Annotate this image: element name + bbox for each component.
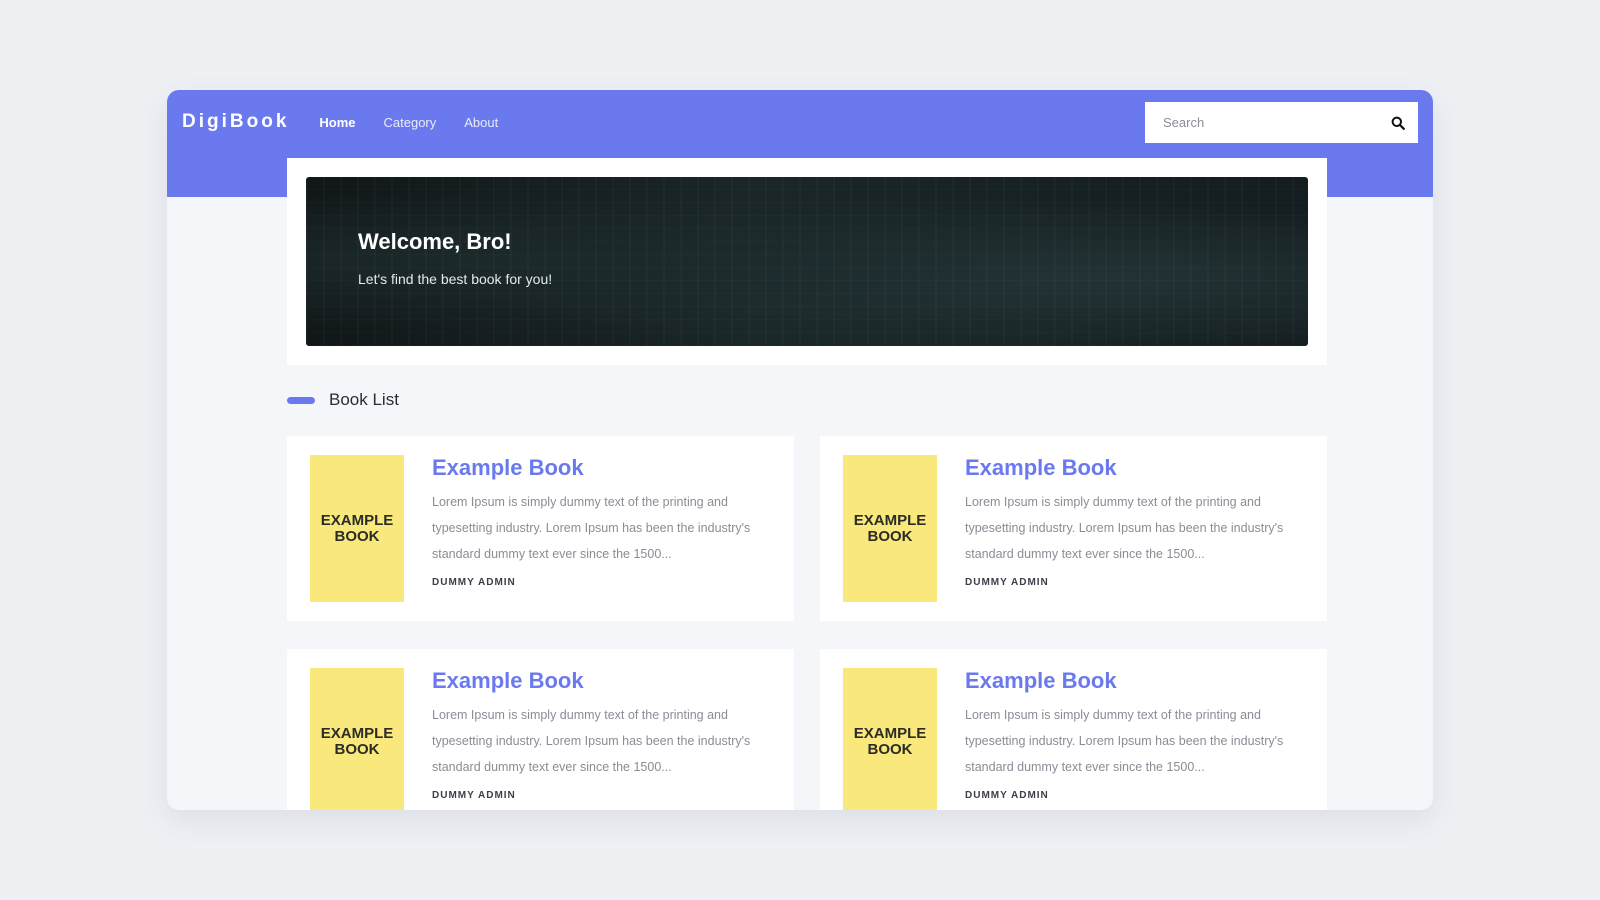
book-info: Example Book Lorem Ipsum is simply dummy… (432, 455, 762, 602)
book-title[interactable]: Example Book (432, 455, 762, 481)
book-title[interactable]: Example Book (965, 668, 1295, 694)
search-input[interactable] (1163, 115, 1378, 130)
cover-text-line1: EXAMPLE (853, 511, 927, 529)
book-cover[interactable]: EXAMPLE BOOK (310, 668, 404, 810)
book-title[interactable]: Example Book (965, 455, 1295, 481)
nav-category[interactable]: Category (384, 115, 437, 130)
book-description: Lorem Ipsum is simply dummy text of the … (965, 495, 1284, 561)
hero-card: Welcome, Bro! Let's find the best book f… (287, 158, 1327, 365)
book-author: DUMMY ADMIN (432, 577, 516, 588)
book-author: DUMMY ADMIN (965, 577, 1049, 588)
book-info: Example Book Lorem Ipsum is simply dummy… (432, 668, 762, 810)
book-card[interactable]: EXAMPLE BOOK Example Book Lorem Ipsum is … (287, 649, 794, 810)
cover-text-line2: BOOK (867, 527, 913, 545)
book-info: Example Book Lorem Ipsum is simply dummy… (965, 455, 1295, 602)
search-box (1145, 102, 1418, 143)
search-button[interactable] (1378, 102, 1418, 143)
nav-links: Home Category About (319, 115, 498, 130)
book-author: DUMMY ADMIN (432, 790, 516, 801)
search-icon (1391, 116, 1405, 130)
book-card[interactable]: EXAMPLE BOOK Example Book Lorem Ipsum is … (820, 436, 1327, 621)
book-card[interactable]: EXAMPLE BOOK Example Book Lorem Ipsum is … (820, 649, 1327, 810)
navbar: DigiBook Home Category About (167, 90, 1433, 154)
nav-home[interactable]: Home (319, 115, 355, 130)
book-author: DUMMY ADMIN (965, 790, 1049, 801)
book-title[interactable]: Example Book (432, 668, 762, 694)
book-cover[interactable]: EXAMPLE BOOK (310, 455, 404, 602)
cover-text-line2: BOOK (334, 527, 380, 545)
hero-banner: Welcome, Bro! Let's find the best book f… (306, 177, 1308, 346)
book-description: Lorem Ipsum is simply dummy text of the … (965, 708, 1284, 774)
cover-text-line1: EXAMPLE (853, 724, 927, 742)
cover-text-line2: BOOK (867, 740, 913, 758)
book-cover[interactable]: EXAMPLE BOOK (843, 455, 937, 602)
book-description: Lorem Ipsum is simply dummy text of the … (432, 708, 751, 774)
section-header: Book List (287, 390, 399, 410)
cover-text-line1: EXAMPLE (320, 511, 394, 529)
hero-title: Welcome, Bro! (358, 229, 512, 254)
section-title: Book List (329, 390, 399, 409)
book-description: Lorem Ipsum is simply dummy text of the … (432, 495, 751, 561)
app-window: DigiBook Home Category About Welcome, Br… (167, 90, 1433, 810)
book-card[interactable]: EXAMPLE BOOK Example Book Lorem Ipsum is … (287, 436, 794, 621)
cover-text-line2: BOOK (334, 740, 380, 758)
book-cover[interactable]: EXAMPLE BOOK (843, 668, 937, 810)
cover-text-line1: EXAMPLE (320, 724, 394, 742)
hero-subtitle: Let's find the best book for you! (358, 271, 553, 287)
section-accent-bar (287, 396, 315, 404)
book-info: Example Book Lorem Ipsum is simply dummy… (965, 668, 1295, 810)
brand-logo[interactable]: DigiBook (182, 111, 289, 133)
nav-about[interactable]: About (464, 115, 498, 130)
